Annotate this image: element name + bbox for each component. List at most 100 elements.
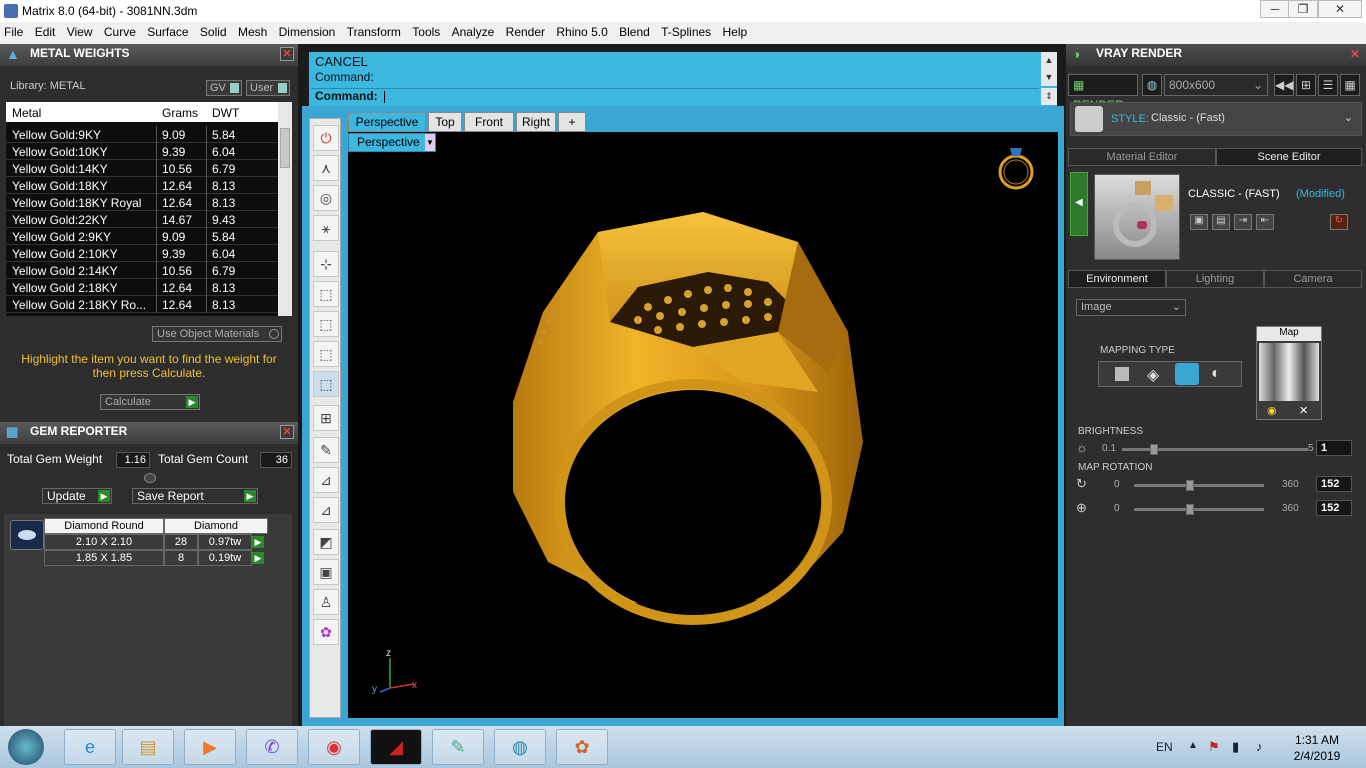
calculate-button[interactable]: Calculate ▶ [100, 394, 200, 410]
view-cube-ring-icon[interactable] [996, 142, 1036, 192]
metal-row[interactable]: Yellow Gold:18KY Royal 12.64 8.13 [6, 194, 292, 211]
viber-icon[interactable]: ✆ [246, 729, 298, 765]
environment-type-select[interactable]: Image ⌄ [1076, 299, 1186, 316]
menu-analyze[interactable]: Analyze [448, 22, 499, 39]
paint-icon[interactable]: ✿ [556, 729, 608, 765]
tab-lighting[interactable]: Lighting [1166, 270, 1264, 288]
add-view-tab[interactable]: + [558, 112, 586, 132]
menu-transform[interactable]: Transform [343, 22, 405, 39]
globe-icon[interactable]: ◍ [1142, 74, 1162, 96]
save-as-icon[interactable]: ▤ [1212, 214, 1230, 230]
user-toggle[interactable]: User [246, 80, 290, 96]
import-icon[interactable]: ⇤ [1256, 214, 1274, 230]
column-dwt[interactable]: DWT [212, 106, 239, 120]
rotation-v-value[interactable]: 152 [1316, 500, 1352, 516]
metal-row[interactable]: Yellow Gold:14KY 10.56 6.79 [6, 160, 292, 177]
settings-icon[interactable]: ⊞ [1296, 74, 1316, 96]
tab-material-editor[interactable]: Material Editor [1068, 148, 1216, 166]
scroll-up-icon[interactable]: ▲ [1041, 52, 1057, 69]
metal-row[interactable]: Yellow Gold:18KY 12.64 8.13 [6, 177, 292, 194]
menu-help[interactable]: Help [719, 22, 752, 39]
menu-rhino[interactable]: Rhino 5.0 [552, 22, 611, 39]
metal-row[interactable]: Yellow Gold 2:14KY 10.56 6.79 [6, 262, 292, 279]
box4-icon[interactable]: ⬚ [313, 371, 339, 397]
cube-map-icon[interactable]: ◈ [1147, 365, 1159, 385]
use-object-materials-toggle[interactable]: Use Object Materials [152, 326, 282, 342]
metal-row[interactable]: Yellow Gold:9KY 9.09 5.84 [6, 126, 292, 143]
menu-file[interactable]: File [0, 22, 27, 39]
measure-r-icon[interactable]: ⊿ [313, 497, 339, 523]
grid-icon[interactable]: ▦ [1340, 74, 1360, 96]
style-selector[interactable]: STYLE: Classic - (Fast) ⌄ [1070, 102, 1362, 136]
metal-row[interactable]: Yellow Gold 2:9KY 9.09 5.84 [6, 228, 292, 245]
menu-tsplines[interactable]: T-Splines [657, 22, 715, 39]
sphere-icon[interactable]: ◎ [313, 185, 339, 211]
menu-tools[interactable]: Tools [408, 22, 444, 39]
media-player-icon[interactable]: ▶ [184, 729, 236, 765]
metal-row[interactable]: Yellow Gold:22KY 14.67 9.43 [6, 211, 292, 228]
close-icon[interactable]: ✕ [1350, 47, 1360, 61]
metal-row[interactable]: Yellow Gold 2:10KY 9.39 6.04 [6, 245, 292, 262]
measure-off-icon[interactable]: ⊿ [313, 467, 339, 493]
command-spinner[interactable]: ⇕ [1041, 88, 1057, 105]
render-button[interactable]: ▦ RENDER [1068, 74, 1138, 112]
close-icon[interactable]: ✕ [280, 425, 294, 439]
brightness-knob[interactable] [1150, 444, 1158, 455]
column-grams[interactable]: Grams [162, 106, 198, 120]
rotation-h-slider[interactable]: ↻ 0 360 152 [1076, 476, 1356, 494]
ie-icon[interactable]: e [64, 729, 116, 765]
metal-scrollbar[interactable] [278, 102, 292, 316]
menu-mesh[interactable]: Mesh [234, 22, 271, 39]
grid-icon[interactable]: ⊞ [313, 405, 339, 431]
menu-curve[interactable]: Curve [100, 22, 140, 39]
game-app-icon[interactable]: ◢ [370, 729, 422, 765]
menu-solid[interactable]: Solid [196, 22, 231, 39]
tab-perspective[interactable]: Perspective [348, 112, 426, 132]
collapse-arrow[interactable]: ◀ [1070, 172, 1088, 236]
list-icon[interactable]: ☰ [1318, 74, 1338, 96]
gv-toggle[interactable]: GV [206, 80, 242, 96]
menu-blend[interactable]: Blend [615, 22, 654, 39]
matrix-app-icon[interactable]: ◍ [494, 729, 546, 765]
close-icon[interactable]: ✕ [280, 47, 294, 61]
language-indicator[interactable]: EN [1156, 740, 1173, 754]
menu-render[interactable]: Render [502, 22, 549, 39]
brightness-slider[interactable]: ☼ 0.1 5 1 [1076, 440, 1356, 458]
gear-icon[interactable]: ✿ [313, 619, 339, 645]
tab-scene-editor[interactable]: Scene Editor [1216, 148, 1362, 166]
rotation-h-value[interactable]: 152 [1316, 476, 1352, 492]
metal-row[interactable]: Yellow Gold:10KY 9.39 6.04 [6, 143, 292, 160]
stop-icon[interactable]: ⏻ [313, 125, 339, 151]
rotation-v-slider[interactable]: ⊕ 0 360 152 [1076, 500, 1356, 518]
figure-icon[interactable]: ♙ [313, 589, 339, 615]
brush-icon[interactable]: ✎ [313, 437, 339, 463]
planar-map-icon[interactable] [1115, 367, 1129, 381]
action-center-icon[interactable]: ⚑ [1208, 739, 1220, 755]
metal-table[interactable]: Metal Grams DWT Yellow Gold:9KY 9.09 5.84 Y… [6, 102, 292, 316]
resolution-select[interactable]: 800x600 ⌄ [1164, 74, 1268, 96]
layer-icon[interactable]: ◩ [313, 529, 339, 555]
column-metal[interactable]: Metal [12, 106, 41, 120]
spherical-map-icon[interactable] [1175, 363, 1199, 385]
node-icon[interactable]: ⚹ [313, 215, 339, 241]
menu-view[interactable]: View [63, 22, 97, 39]
close-button[interactable]: ✕ [1318, 0, 1362, 18]
export-icon[interactable]: ⇥ [1234, 214, 1252, 230]
rewind-icon[interactable]: ◀◀ [1274, 74, 1294, 96]
select-gems-icon[interactable]: ▶ [252, 552, 264, 564]
rotation-h-knob[interactable] [1186, 480, 1194, 491]
save-report-button[interactable]: Save Report ▶ [132, 488, 258, 504]
maximize-button[interactable]: ❐ [1288, 0, 1318, 18]
show-hidden-icons[interactable]: ▲ [1188, 740, 1198, 751]
network-icon[interactable]: ▮ [1232, 739, 1239, 755]
explorer-icon[interactable]: ▤ [122, 729, 174, 765]
brightness-value[interactable]: 1 [1316, 440, 1352, 456]
tab-environment[interactable]: Environment [1068, 270, 1166, 288]
hide-icon[interactable]: ▣ [313, 559, 339, 585]
clock[interactable]: 1:31 AM 2/4/2019 [1282, 732, 1352, 764]
splitter-handle[interactable] [144, 473, 156, 483]
update-button[interactable]: Update ▶ [42, 488, 112, 504]
volume-icon[interactable]: ♪ [1256, 739, 1263, 754]
start-button[interactable] [8, 729, 44, 765]
axis-icon[interactable]: ⊹ [313, 251, 339, 277]
